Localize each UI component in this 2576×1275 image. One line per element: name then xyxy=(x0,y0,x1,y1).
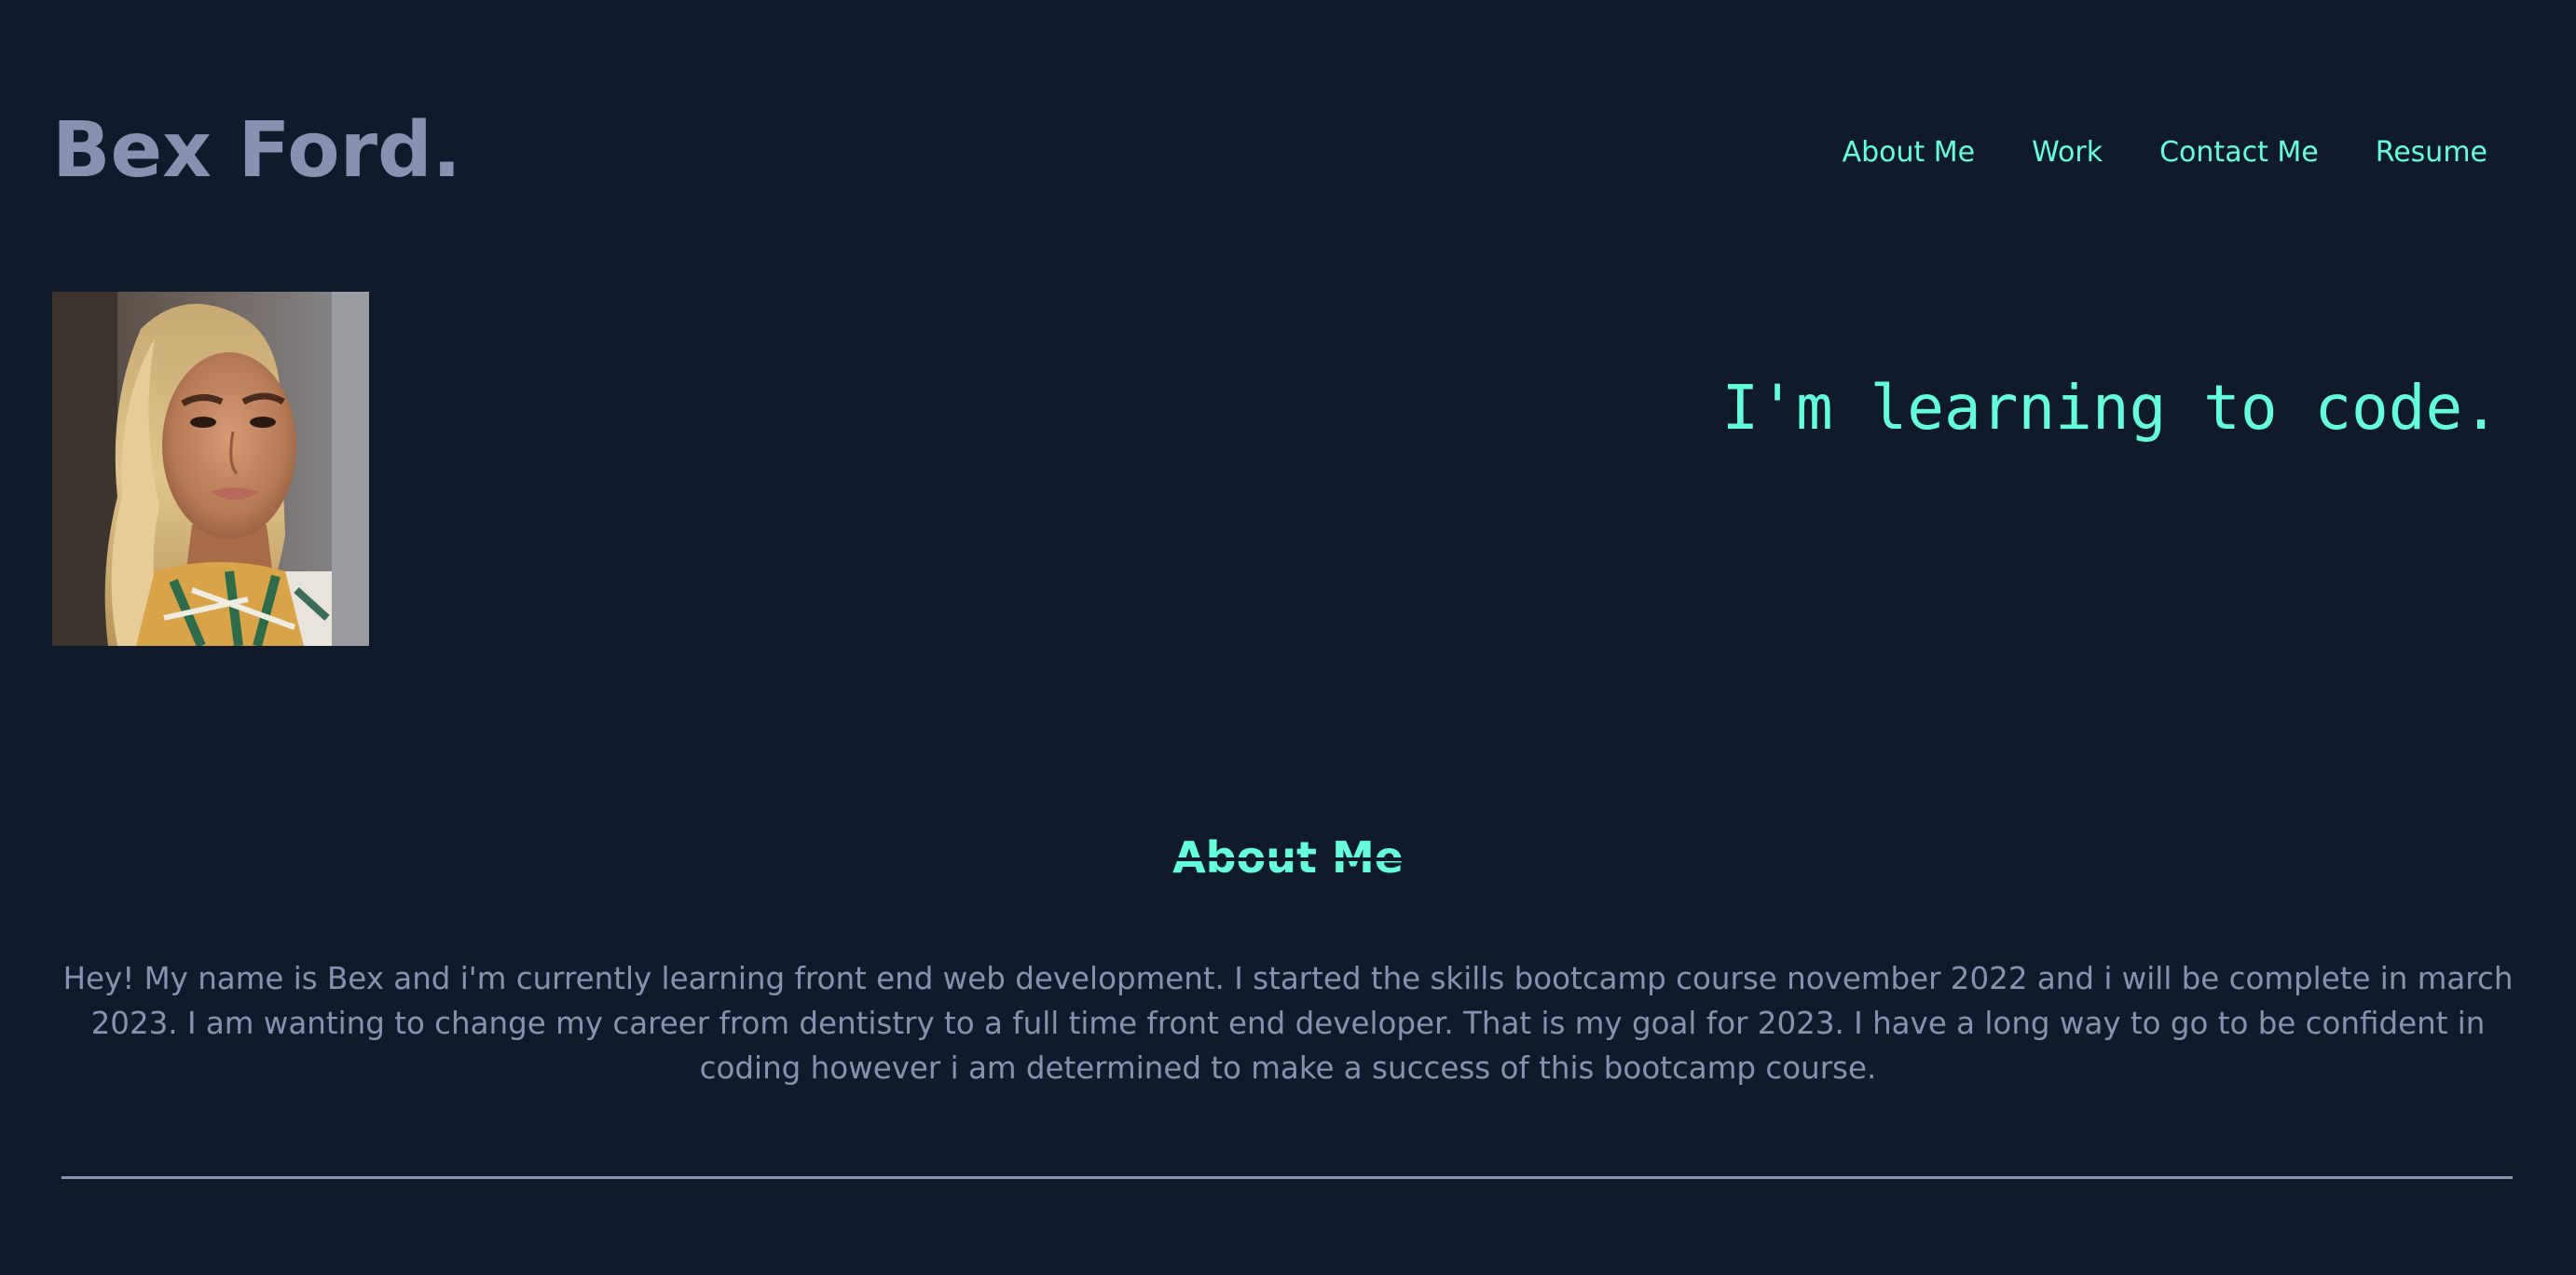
nav-link-contact-me[interactable]: Contact Me xyxy=(2159,132,2319,173)
nav-link-resume[interactable]: Resume xyxy=(2376,132,2487,173)
profile-photo xyxy=(52,292,369,646)
nav-link-about-me[interactable]: About Me xyxy=(1843,132,1976,173)
about-paragraph: Hey! My name is Bex and i'm currently le… xyxy=(62,961,2514,1086)
about-heading: About Me xyxy=(1172,832,1404,883)
nav-link-work[interactable]: Work xyxy=(2032,132,2103,173)
site-brand: Bex Ford. xyxy=(52,106,461,195)
section-divider xyxy=(62,1176,2513,1179)
main-nav: About Me Work Contact Me Resume xyxy=(1843,132,2487,173)
hero-tagline: I'm learning to code. xyxy=(1721,372,2500,444)
